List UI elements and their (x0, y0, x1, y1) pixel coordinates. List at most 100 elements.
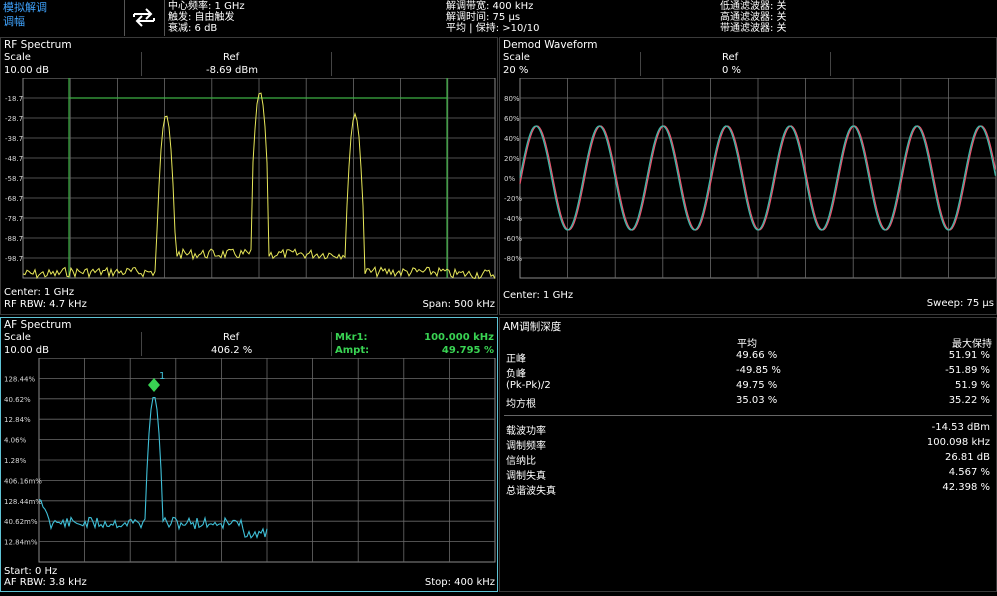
am-row: 均方根 35.03 % 35.22 % (504, 395, 990, 410)
max-hold-value: -51.89 % (945, 365, 990, 376)
avg-value: -49.85 % (736, 365, 781, 376)
avg-value: 35.03 % (736, 395, 778, 406)
metric-label: 总谐波失真 (506, 486, 556, 497)
scale-value[interactable]: 10.00 dB (4, 345, 49, 356)
marker-label: Mkr1: (335, 332, 368, 343)
y-tick-label: 20% (504, 155, 520, 163)
max-hold-value: 51.9 % (955, 380, 990, 391)
y-tick-label: -68.7 (5, 195, 23, 203)
y-tick-label: -48.7 (5, 155, 23, 163)
mode-submode: 调幅 (3, 15, 25, 28)
hpf-readout: 高通滤波器: 关 (720, 12, 787, 23)
af-spectrum-panel[interactable]: AF Spectrum Scale 10.00 dB Ref 406.2 % M… (0, 317, 498, 592)
am-row: 正峰 49.66 % 51.91 % (504, 350, 990, 365)
y-tick-label: 128.44m% (4, 498, 42, 506)
top-status-bar: 模拟解调 调幅 中心频率: 1 GHz 触发: 自由触发 衰减: 6 dB 解调… (0, 0, 997, 36)
setup-group-1[interactable]: 中心频率: 1 GHz 触发: 自由触发 衰减: 6 dB (168, 1, 245, 34)
ref-value[interactable]: 406.2 % (211, 345, 252, 356)
y-tick-label: 12.84m% (4, 539, 38, 547)
divider (504, 415, 992, 416)
y-tick-label: 40% (504, 135, 520, 143)
divider (331, 332, 332, 356)
divider (141, 332, 142, 356)
mode-name: 模拟解调 (3, 1, 47, 14)
scale-label: Scale (4, 332, 31, 343)
af-spectrum-graph[interactable]: 128.44% 40.62% 12.84% 4.06% 1.28% 406.16m% 128… (1, 358, 497, 564)
am-depth-panel[interactable]: AM调制深度 平均 最大保持 正峰 49.66 % 51.91 % 负峰 -49.85 … (499, 317, 997, 592)
af-spectrum-trace (38, 396, 268, 539)
swap-arrows-icon (133, 8, 155, 27)
attenuation-readout: 衰减: 6 dB (168, 23, 218, 34)
rf-spectrum-panel[interactable]: RF Spectrum Scale 10.00 dB Ref -8.69 dBm… (0, 37, 498, 315)
y-tick-label: -18.7 (5, 95, 23, 103)
trigger-readout: 触发: 自由触发 (168, 12, 235, 23)
divider (331, 52, 332, 76)
row-label: 负峰 (506, 369, 526, 380)
setup-group-2[interactable]: 解调带宽: 400 kHz 解调时间: 75 μs 平均 | 保持: >10/1… (446, 1, 539, 34)
y-tick-label: 406.16m% (4, 477, 42, 485)
ref-label: Ref (223, 52, 240, 63)
y-tick-label: -80% (504, 255, 522, 263)
avg-value: 49.75 % (736, 380, 778, 391)
metric-value: 100.098 kHz (926, 437, 990, 448)
marker-ampt-value: 49.795 % (441, 345, 494, 356)
metric-row: 调制频率 100.098 kHz (504, 437, 990, 452)
metric-row: 调制失真 4.567 % (504, 467, 990, 482)
y-tick-label: 40.62% (4, 396, 31, 404)
marker-freq-value: 100.000 kHz (424, 332, 494, 343)
y-tick-label: 1.28% (4, 457, 27, 465)
center-freq-readout: 中心频率: 1 GHz (168, 1, 245, 12)
metric-row: 信纳比 26.81 dB (504, 452, 990, 467)
row-label: 均方根 (506, 399, 536, 410)
metric-row: 总谐波失真 42.398 % (504, 482, 990, 497)
sweep-label: Sweep: 75 μs (926, 298, 994, 309)
y-tick-label: -98.7 (5, 255, 23, 263)
panel-title: RF Spectrum (4, 39, 72, 51)
rbw-label: AF RBW: 3.8 kHz (4, 577, 87, 588)
marker-ampt-label: Ampt: (335, 345, 370, 356)
metric-row: 载波功率 -14.53 dBm (504, 422, 990, 437)
ref-label: Ref (223, 332, 240, 343)
metric-value: 26.81 dB (944, 452, 990, 463)
metric-label: 调制频率 (506, 441, 546, 452)
panel-title: AM调制深度 (503, 321, 562, 333)
row-label: 正峰 (506, 354, 526, 365)
ref-value[interactable]: 0 % (722, 65, 741, 76)
scale-value[interactable]: 20 % (503, 65, 528, 76)
lpf-readout: 低通滤波器: 关 (720, 1, 787, 12)
bpf-readout: 带通滤波器: 关 (720, 23, 787, 34)
y-tick-label: -20% (504, 195, 522, 203)
average-hold-readout: 平均 | 保持: >10/10 (446, 23, 540, 34)
metric-label: 调制失真 (506, 471, 546, 482)
demod-time-readout: 解调时间: 75 μs (446, 12, 521, 23)
metric-value: -14.53 dBm (931, 422, 990, 433)
y-tick-label: -58.7 (5, 175, 23, 183)
scale-label: Scale (503, 52, 530, 63)
scale-value[interactable]: 10.00 dB (4, 65, 49, 76)
max-hold-value: 35.22 % (948, 395, 990, 406)
column-header-max-hold: 最大保持 (952, 339, 992, 350)
swap-button[interactable] (130, 5, 158, 29)
demod-waveform-panel[interactable]: Demod Waveform Scale 20 % Ref 0 % 80% 60%… (499, 37, 997, 315)
rbw-label: RF RBW: 4.7 kHz (4, 299, 87, 310)
am-row: 负峰 -49.85 % -51.89 % (504, 365, 990, 380)
demod-waveform-graph[interactable]: 80% 60% 40% 20% 0% -20% -40% -60% -80% (500, 78, 996, 286)
y-tick-label: 128.44% (4, 375, 35, 383)
ref-value[interactable]: -8.69 dBm (206, 65, 258, 76)
row-label: (Pk-Pk)/2 (506, 380, 551, 391)
column-header-avg: 平均 (737, 339, 757, 350)
y-tick-label: 60% (504, 115, 520, 123)
y-tick-label: -88.7 (5, 235, 23, 243)
metric-label: 信纳比 (506, 456, 536, 467)
center-freq-label: Center: 1 GHz (4, 287, 75, 298)
y-tick-label: -40% (504, 215, 522, 223)
mode-selector[interactable]: 模拟解调 调幅 (3, 1, 123, 29)
y-tick-label: 80% (504, 95, 520, 103)
y-tick-label: 0% (504, 175, 515, 183)
avg-value: 49.66 % (736, 350, 778, 361)
rf-spectrum-graph[interactable]: -18.7 -28.7 -38.7 -48.7 -58.7 -68.7 -78.7 -88.7… (1, 78, 497, 286)
y-tick-label: 40.62m% (4, 518, 38, 526)
metric-value: 4.567 % (948, 467, 990, 478)
setup-group-3[interactable]: 低通滤波器: 关 高通滤波器: 关 带通滤波器: 关 (720, 1, 787, 34)
stop-freq-label: Stop: 400 kHz (424, 577, 495, 588)
